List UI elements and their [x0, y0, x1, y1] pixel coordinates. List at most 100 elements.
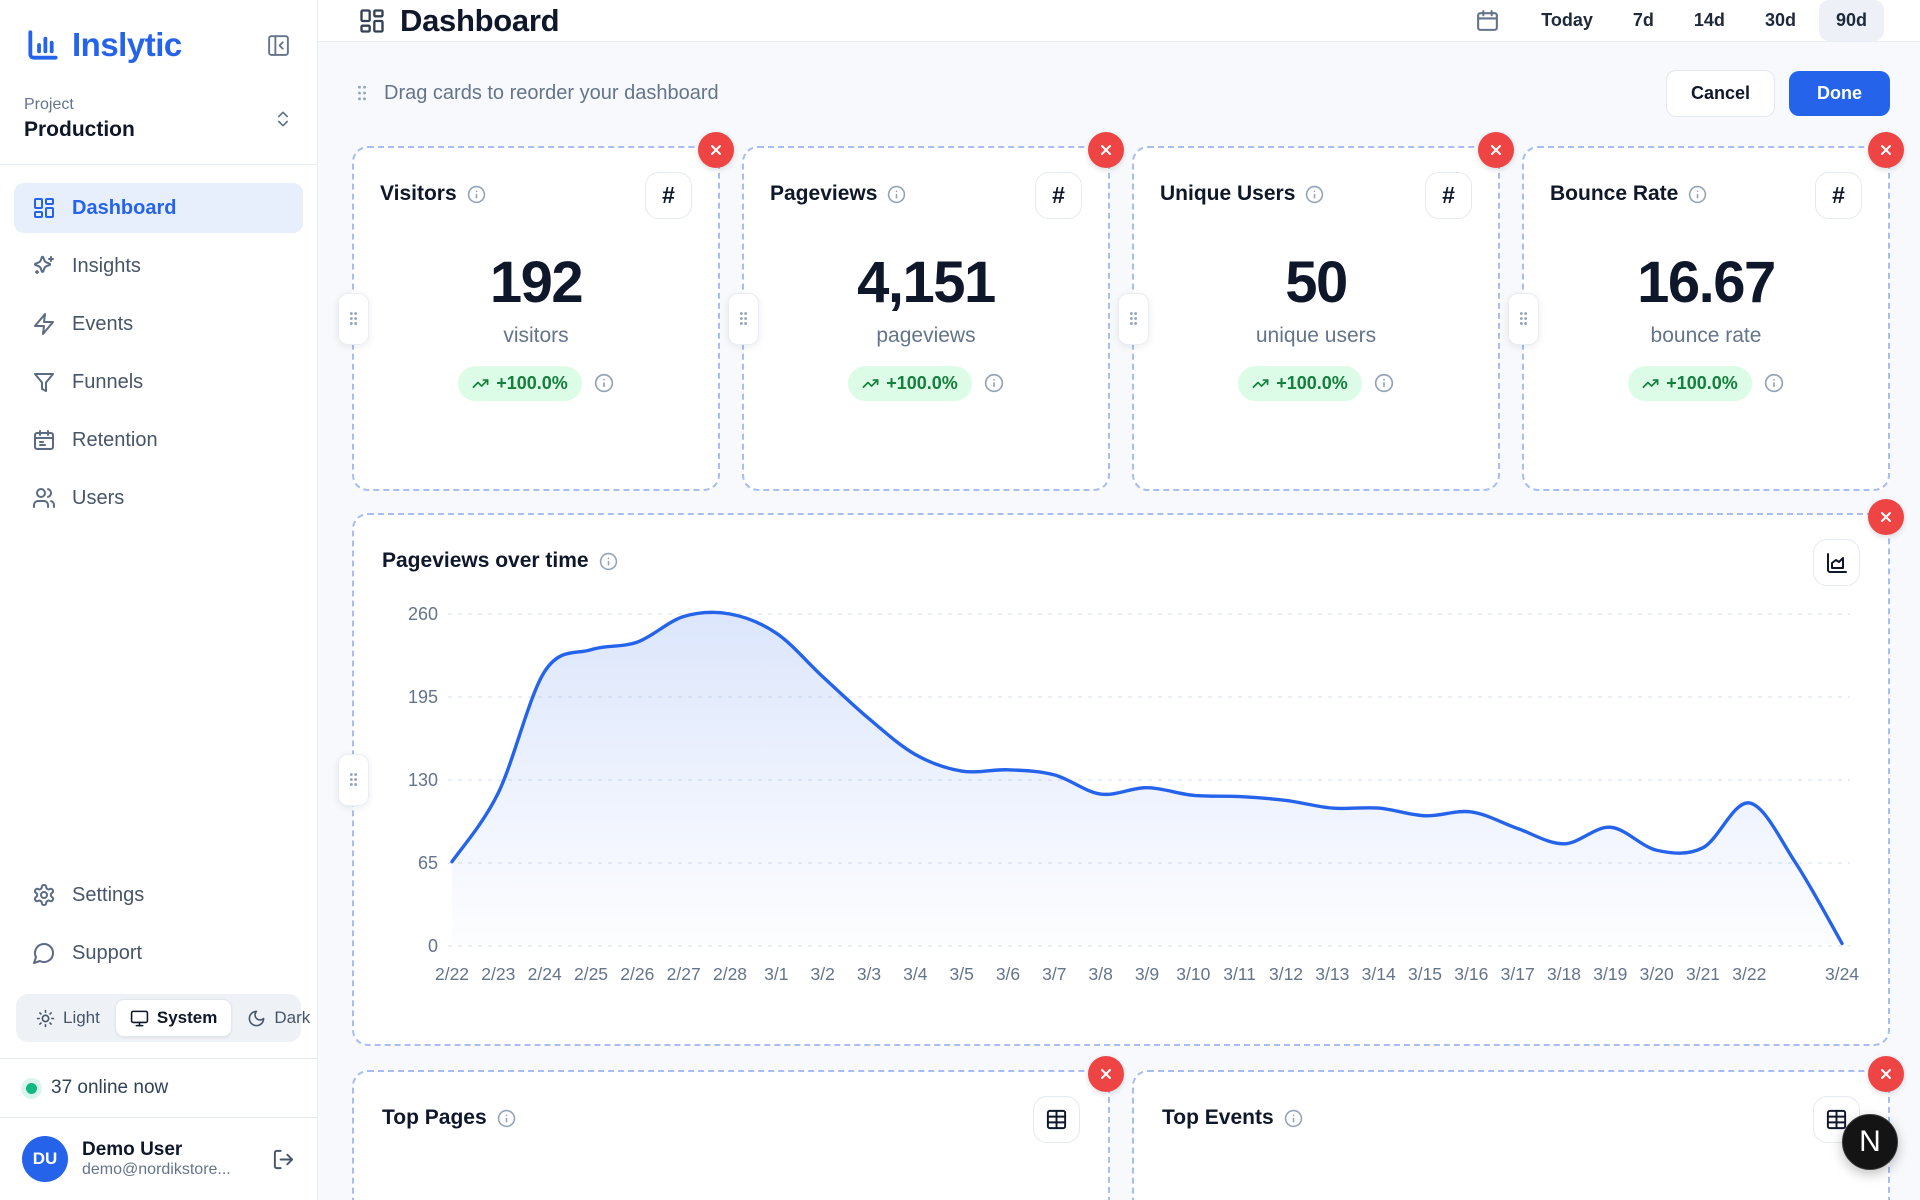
table-view-button[interactable]	[1033, 1096, 1080, 1143]
sidebar-collapse-button[interactable]	[264, 31, 293, 60]
info-icon[interactable]	[1764, 373, 1784, 393]
svg-text:3/5: 3/5	[950, 964, 974, 984]
number-format-button[interactable]: #	[1425, 172, 1472, 219]
dashboard-grid-icon	[32, 196, 56, 220]
svg-text:3/10: 3/10	[1176, 964, 1210, 984]
info-icon[interactable]	[1374, 373, 1394, 393]
calendar-days-icon	[32, 428, 56, 452]
svg-text:3/11: 3/11	[1223, 964, 1256, 984]
logout-button[interactable]	[272, 1148, 295, 1171]
users-icon	[32, 486, 56, 510]
change-badge: +100.0%	[1238, 366, 1362, 401]
stat-value: 192	[490, 249, 582, 316]
remove-card-button[interactable]	[1088, 1056, 1124, 1092]
area-chart-icon	[1825, 551, 1849, 575]
hash-icon: #	[1442, 182, 1455, 209]
svg-text:195: 195	[408, 687, 438, 707]
number-format-button[interactable]: #	[1815, 172, 1862, 219]
range-14d-button[interactable]: 14d	[1677, 0, 1742, 41]
range-90d-button[interactable]: 90d	[1819, 0, 1884, 41]
sidebar-spacer	[0, 523, 317, 870]
svg-text:3/20: 3/20	[1640, 964, 1674, 984]
svg-text:65: 65	[418, 853, 438, 873]
done-button[interactable]: Done	[1789, 71, 1890, 116]
svg-text:3/15: 3/15	[1408, 964, 1442, 984]
change-badge: +100.0%	[1628, 366, 1752, 401]
calendar-icon[interactable]	[1475, 8, 1500, 33]
range-30d-button[interactable]: 30d	[1748, 0, 1813, 41]
card-drag-handle[interactable]	[338, 754, 369, 806]
sidebar-item-retention[interactable]: Retention	[14, 415, 303, 465]
remove-card-button[interactable]	[1868, 1056, 1904, 1092]
card-drag-handle[interactable]	[1118, 293, 1149, 345]
stat-card-visitors: Visitors # 192 visitors +100.0%	[352, 146, 720, 491]
online-status-row: 37 online now	[0, 1059, 317, 1117]
dashboard-grid-icon	[358, 7, 386, 35]
sidebar-item-funnels[interactable]: Funnels	[14, 357, 303, 407]
close-icon	[1098, 142, 1114, 158]
info-icon[interactable]	[984, 373, 1004, 393]
card-title: Bounce Rate	[1550, 182, 1678, 206]
monitor-icon	[130, 1009, 149, 1028]
range-7d-button[interactable]: 7d	[1616, 0, 1671, 41]
svg-text:2/27: 2/27	[667, 964, 701, 984]
stat-card-grid: Visitors # 192 visitors +100.0%	[352, 146, 1890, 491]
remove-card-button[interactable]	[1868, 132, 1904, 168]
number-format-button[interactable]: #	[1035, 172, 1082, 219]
info-icon[interactable]	[594, 373, 614, 393]
card-drag-handle[interactable]	[728, 293, 759, 345]
nextjs-dev-badge[interactable]: N	[1842, 1114, 1898, 1170]
sidebar-item-users[interactable]: Users	[14, 473, 303, 523]
card-drag-handle[interactable]	[1508, 293, 1539, 345]
remove-card-button[interactable]	[1478, 132, 1514, 168]
close-icon	[1878, 142, 1894, 158]
svg-text:3/2: 3/2	[811, 964, 835, 984]
hash-icon: #	[1832, 182, 1845, 209]
date-range-group: Today 7d 14d 30d 90d	[1475, 0, 1884, 41]
info-icon[interactable]	[887, 185, 906, 204]
info-icon[interactable]	[1284, 1109, 1303, 1128]
theme-light-button[interactable]: Light	[21, 999, 115, 1037]
info-icon[interactable]	[1305, 185, 1324, 204]
zap-icon	[32, 312, 56, 336]
theme-toggle-row: Light System Dark	[0, 978, 317, 1058]
card-drag-handle[interactable]	[338, 293, 369, 345]
hash-icon: #	[662, 182, 675, 209]
theme-system-button[interactable]: System	[115, 999, 232, 1037]
project-selector[interactable]: Project Production	[0, 74, 317, 164]
card-title: Pageviews	[770, 182, 877, 206]
remove-card-button[interactable]	[1868, 499, 1904, 535]
svg-text:3/1: 3/1	[764, 964, 788, 984]
project-label: Project	[24, 96, 273, 114]
trending-up-icon	[1252, 375, 1269, 392]
svg-text:3/8: 3/8	[1089, 964, 1113, 984]
range-today-button[interactable]: Today	[1524, 0, 1610, 41]
moon-icon	[247, 1009, 266, 1028]
number-format-button[interactable]: #	[645, 172, 692, 219]
sidebar-item-events[interactable]: Events	[14, 299, 303, 349]
user-row: DU Demo User demo@nordikstore...	[0, 1118, 317, 1200]
sidebar-item-support[interactable]: Support	[14, 928, 303, 978]
sidebar-item-label: Retention	[72, 429, 158, 452]
cancel-button[interactable]: Cancel	[1666, 70, 1775, 117]
trending-up-icon	[1642, 375, 1659, 392]
remove-card-button[interactable]	[1088, 132, 1124, 168]
svg-text:3/22: 3/22	[1732, 964, 1766, 984]
info-icon[interactable]	[467, 185, 486, 204]
hash-icon: #	[1052, 182, 1065, 209]
chart-type-button[interactable]	[1813, 539, 1860, 586]
info-icon[interactable]	[497, 1109, 516, 1128]
remove-card-button[interactable]	[698, 132, 734, 168]
info-icon[interactable]	[1688, 185, 1707, 204]
sidebar-item-dashboard[interactable]: Dashboard	[14, 183, 303, 233]
sidebar-item-settings[interactable]: Settings	[14, 870, 303, 920]
svg-text:130: 130	[408, 770, 438, 790]
info-icon[interactable]	[599, 552, 618, 571]
theme-dark-button[interactable]: Dark	[232, 999, 325, 1037]
card-title: Top Pages	[382, 1106, 487, 1130]
trending-up-icon	[862, 375, 879, 392]
user-email: demo@nordikstore...	[82, 1161, 258, 1179]
chart-title: Pageviews over time	[382, 549, 589, 573]
sidebar-item-insights[interactable]: Insights	[14, 241, 303, 291]
dashboard-content: Drag cards to reorder your dashboard Can…	[318, 42, 1920, 1200]
